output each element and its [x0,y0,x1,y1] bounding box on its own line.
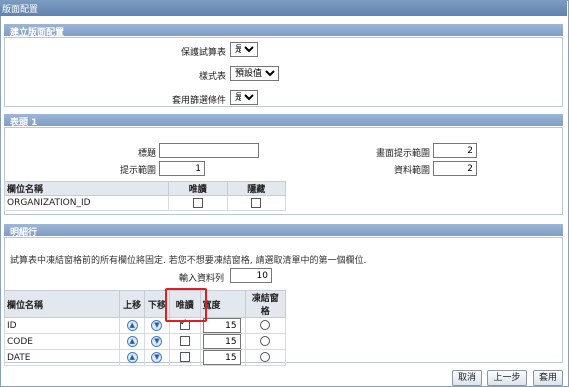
page-prompt-range-input[interactable] [433,143,477,158]
col-header-field-name: 欄位名稱 [3,290,121,318]
title-input[interactable] [159,143,259,158]
field-name-cell: ID [3,317,121,334]
freeze-radio[interactable] [260,320,271,331]
readonly-checkbox[interactable] [179,336,190,347]
input-rows-input[interactable] [230,268,272,283]
col-header-hidden: 隱藏 [226,181,287,196]
move-up-icon[interactable]: ▲ [126,352,138,363]
field-name-cell: ORGANIZATION_ID [3,195,170,211]
table-row: CODE ▲ ▼ [3,333,286,350]
header-fields-table: 欄位名稱 唯讀 隱藏 ORGANIZATION_ID [3,181,287,211]
stylesheet-label: 樣式表 [198,72,226,82]
move-down-icon[interactable]: ▼ [151,352,163,363]
detail-section-header: 明細行 [4,224,563,238]
table-row: ORGANIZATION_ID [3,195,287,211]
width-input[interactable] [202,350,241,365]
move-down-icon[interactable]: ▼ [151,336,163,347]
apply-filter-label: 套用篩選條件 [171,96,226,106]
hidden-checkbox[interactable] [251,197,262,208]
back-button[interactable]: 上一步 [487,370,527,386]
cancel-button[interactable]: 取消 [452,370,482,386]
col-header-readonly: 唯讀 [168,181,228,196]
col-header-freeze: 凍結窗格 [244,290,286,318]
prompt-range-label: 提示範圍 [119,166,156,176]
input-rows-label: 輸入資料列 [178,274,224,284]
detail-fields-table: 欄位名稱 上移 下移 唯讀 寬度 凍結窗格 ID ▲ ▼ CODE ▲ ▼ DA… [3,290,286,366]
window-titlebar: 版面配置 [0,0,567,16]
protect-sheet-select[interactable]: 是 [230,42,258,57]
freeze-radio[interactable] [260,336,271,347]
move-down-icon[interactable]: ▼ [151,320,163,331]
move-up-icon[interactable]: ▲ [126,320,138,331]
readonly-checkbox[interactable] [192,197,203,208]
window-title: 版面配置 [2,5,39,15]
field-name-cell: DATE [3,349,121,366]
freeze-radio[interactable] [260,352,271,363]
stylesheet-select[interactable]: 預設值 [230,66,279,81]
freeze-description: 試算表中凍結窗格前的所有欄位將固定. 若您不想要凍結窗格, 請選取清單中的第一個… [10,256,367,266]
width-input[interactable] [202,318,241,333]
field-name-cell: CODE [3,333,121,350]
col-header-field-name: 欄位名稱 [3,181,170,196]
readonly-checkbox[interactable] [179,352,190,363]
apply-filter-select[interactable]: 是 [230,90,258,105]
width-input[interactable] [202,334,241,349]
table-row: DATE ▲ ▼ [3,349,286,366]
readonly-highlight-box [165,288,207,322]
move-up-icon[interactable]: ▲ [126,336,138,347]
apply-button[interactable]: 套用 [533,370,563,386]
prompt-range-input[interactable] [159,161,205,176]
data-range-input[interactable] [433,161,477,176]
layout-section-header: 建立版面配置 [4,24,563,38]
page-prompt-range-label: 畫面提示範圍 [375,149,430,159]
title-label: 標題 [137,149,156,159]
data-range-label: 資料範圍 [393,166,430,176]
header-section-header: 表頭 1 [4,114,563,128]
protect-sheet-label: 保護試算表 [180,48,226,58]
col-header-move-up: 上移 [119,290,146,318]
layout-section-body [4,37,563,107]
table-row: ID ▲ ▼ [3,317,286,334]
